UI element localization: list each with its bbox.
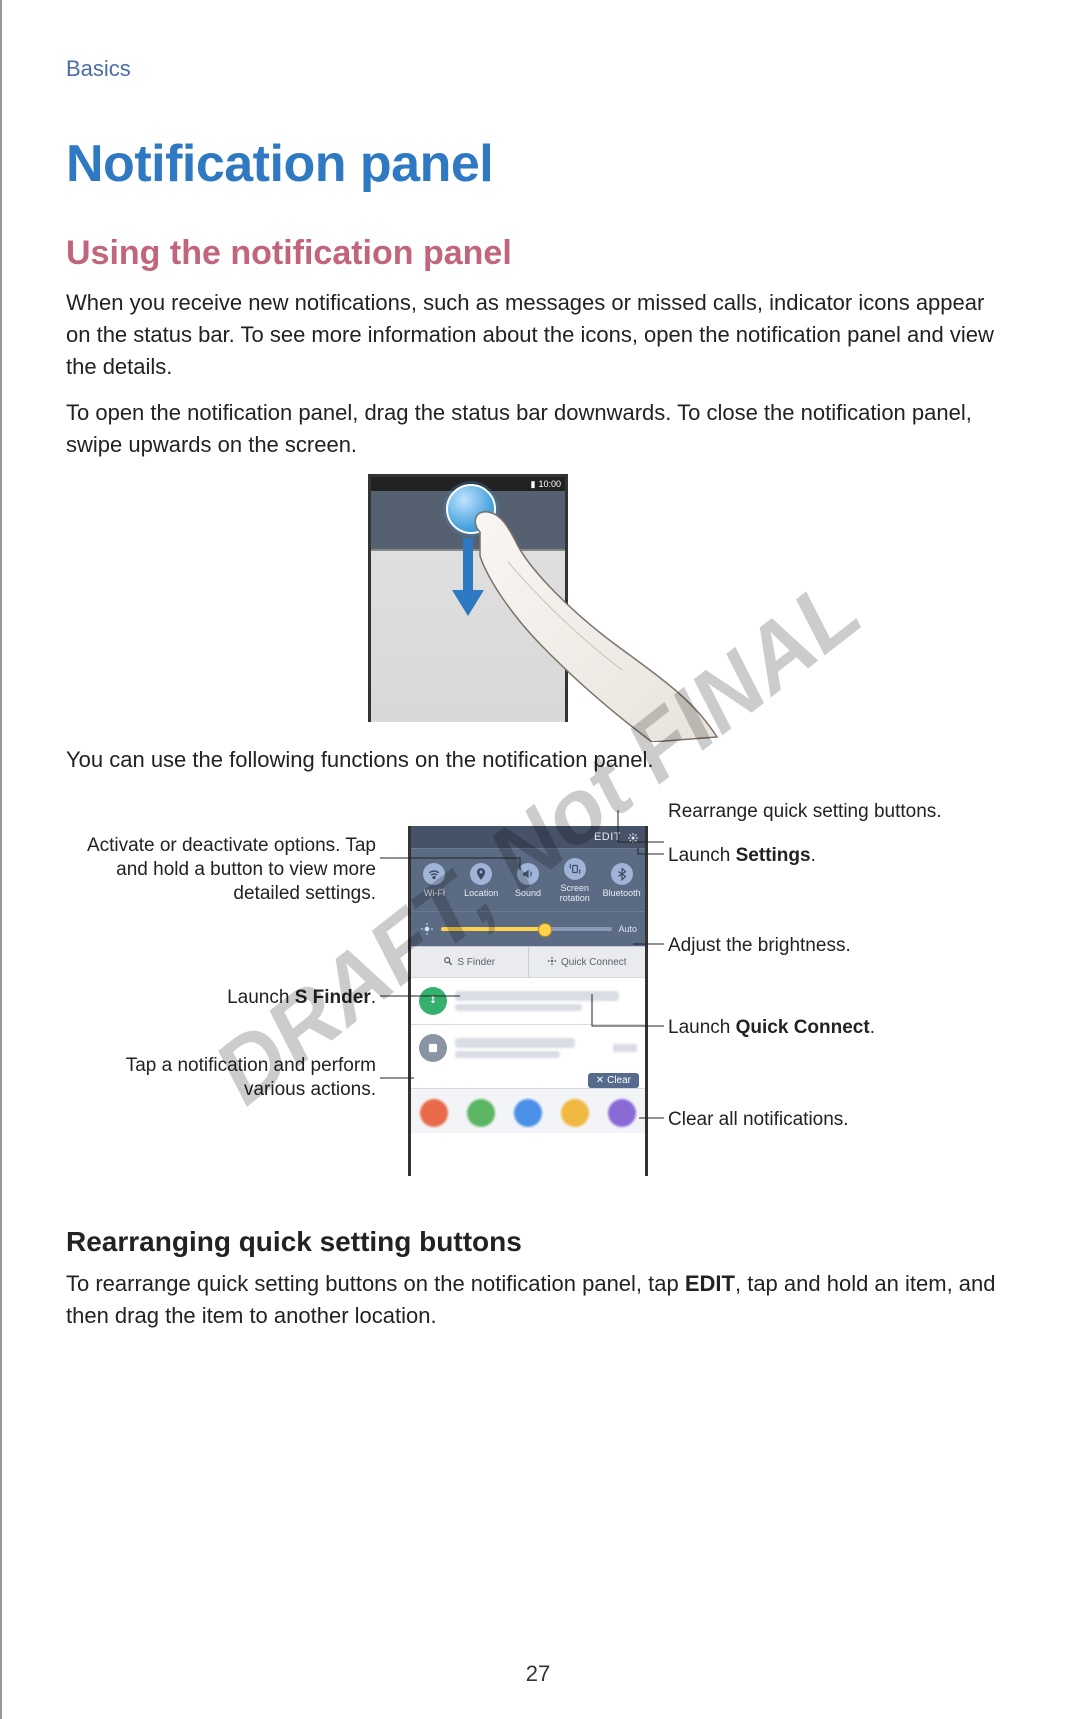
status-time: 10:00	[538, 479, 561, 489]
page: Basics Notification panel Using the noti…	[0, 0, 1074, 1719]
paragraph-open-panel: To open the notification panel, drag the…	[66, 397, 1010, 461]
paragraph-rearranging: To rearrange quick setting buttons on th…	[66, 1268, 1010, 1332]
section-rearranging: Rearranging quick setting buttons	[66, 1226, 1010, 1258]
page-title: Notification panel	[66, 134, 1010, 194]
page-number: 27	[2, 1661, 1074, 1687]
figure-annotated-panel: Activate or deactivate options. Tap and …	[68, 796, 1008, 1196]
text: To rearrange quick setting buttons on th…	[66, 1271, 685, 1296]
section-subtitle: Using the notification panel	[66, 234, 1010, 273]
edit-bold: EDIT	[685, 1271, 735, 1296]
paragraph-intro: When you receive new notifications, such…	[66, 287, 1010, 383]
running-header: Basics	[66, 56, 1010, 82]
battery-icon: ▮	[531, 479, 536, 490]
hand-illustration	[462, 502, 722, 742]
paragraph-functions: You can use the following functions on t…	[66, 744, 1010, 776]
figure-drag-down: ▮ 10:00	[368, 474, 708, 734]
leader-lines	[68, 796, 1008, 1196]
